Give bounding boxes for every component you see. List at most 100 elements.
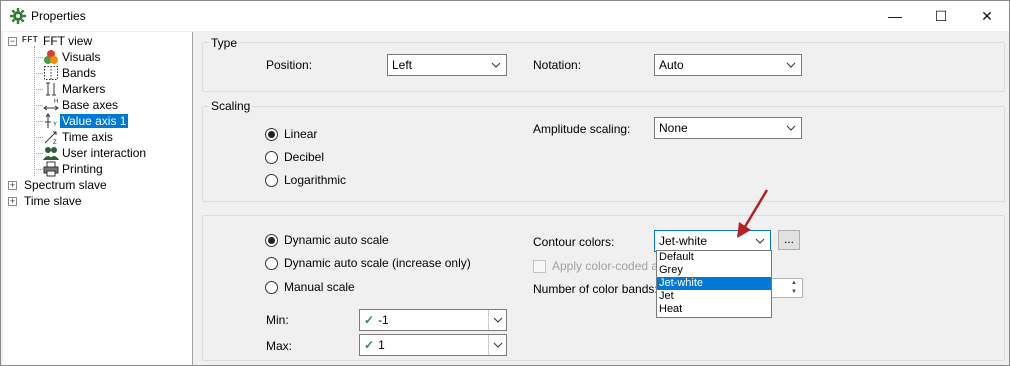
contour-colors-dropdown[interactable]: Default Grey Jet-white Jet Heat [656,250,772,318]
tree-line [34,46,35,176]
fft-badge-icon: FFT [22,35,39,44]
dropdown-option-grey[interactable]: Grey [657,264,771,277]
tree-item-visuals[interactable]: Visuals [60,49,102,65]
amplitude-scaling-label: Amplitude scaling: [533,122,631,136]
color-bands-spinner[interactable]: ▲ ▼ [767,278,803,298]
chevron-down-icon [488,310,506,330]
manual-scale-radio[interactable]: Manual scale [265,280,355,294]
tree-item-printing[interactable]: Printing [60,161,105,177]
dropdown-option-jet-white[interactable]: Jet-white [657,277,771,290]
dynamic-auto-scale-label: Dynamic auto scale [284,233,389,247]
radio-selected-icon [265,233,278,247]
logarithmic-label: Logarithmic [284,173,347,187]
apply-color-coded-checkbox[interactable]: Apply color-coded amp [533,259,675,273]
decibel-label: Decibel [284,150,325,164]
notation-label: Notation: [533,58,582,72]
svg-text:Y: Y [53,122,57,128]
tree-line [34,73,43,74]
base-axes-icon: H [43,99,59,111]
tree-item-time-axis[interactable]: Time axis [60,129,115,145]
value-axis-icon: Y [45,113,57,128]
radio-icon [265,256,278,270]
tree-line [34,105,43,106]
type-group-title: Type [209,36,240,50]
chevron-down-icon [490,55,502,75]
tree-line [34,121,43,122]
tree-line [34,89,43,90]
tree-line [34,57,43,58]
scaling-group-title: Scaling [209,99,253,113]
linear-label: Linear [284,127,318,141]
properties-panel: Type Position: Left Notation: Auto Scali… [197,32,1009,365]
checkbox-icon [533,259,546,273]
tree-expander-time-slave[interactable]: + [8,197,17,206]
annotation-arrow-icon [737,189,769,238]
radio-selected-icon [265,127,278,141]
tree-expander-spectrum-slave[interactable]: + [8,181,17,190]
user-interaction-icon [43,147,59,160]
bands-icon [44,66,58,80]
min-select[interactable]: ✓ -1 [359,309,507,331]
max-select[interactable]: ✓ 1 [359,334,507,356]
markers-icon [46,82,56,96]
minimize-button[interactable]: — [872,1,918,31]
tree-line [34,137,43,138]
notation-value: Auto [659,58,684,72]
contour-colors-value: Jet-white [659,234,708,248]
dynamic-auto-scale-increase-radio[interactable]: Dynamic auto scale (increase only) [265,256,471,270]
title-bar[interactable]: Properties — ☐ ✕ [1,1,1009,31]
notation-select[interactable]: Auto [654,54,802,76]
tree-line [34,169,43,170]
manual-scale-label: Manual scale [284,280,355,294]
amplitude-scaling-value: None [659,121,688,135]
tree-item-time-slave[interactable]: Time slave [22,193,84,209]
amplitude-scaling-select[interactable]: None [654,117,802,139]
tree-line [34,153,43,154]
close-button[interactable]: ✕ [964,1,1010,31]
tree-expander-fft-view[interactable]: − [8,37,17,46]
tree-item-user-interaction[interactable]: User interaction [60,145,148,161]
printer-icon [43,161,59,177]
tree-item-spectrum-slave[interactable]: Spectrum slave [22,177,109,193]
properties-window: Properties — ☐ ✕ − FFT FFT view Visuals … [0,0,1010,366]
radio-icon [265,173,278,187]
checkmark-icon: ✓ [364,313,375,327]
checkmark-icon: ✓ [364,338,375,352]
tree-item-value-axis-1[interactable]: Value axis 1 [60,113,129,129]
contour-colors-more-button[interactable]: ... [778,230,800,250]
logarithmic-radio[interactable]: Logarithmic [265,173,346,187]
linear-radio[interactable]: Linear [265,127,317,141]
visuals-icon [44,50,58,64]
position-value: Left [392,58,413,72]
dynamic-auto-scale-radio[interactable]: Dynamic auto scale [265,233,389,247]
min-label: Min: [266,313,289,327]
min-value: -1 [378,313,389,327]
spinner-arrows-icon[interactable]: ▲ ▼ [786,279,802,297]
position-select[interactable]: Left [387,54,507,76]
time-axis-icon: Z [44,131,57,145]
color-bands-label: Number of color bands: [533,282,658,296]
radio-icon [265,150,278,164]
dropdown-option-heat[interactable]: Heat [657,303,771,316]
dropdown-option-jet[interactable]: Jet [657,290,771,303]
dropdown-option-default[interactable]: Default [657,251,771,264]
decibel-radio[interactable]: Decibel [265,150,324,164]
type-group [202,42,1005,92]
tree-item-fft-view[interactable]: FFT view [41,33,94,49]
position-label: Position: [266,58,313,72]
radio-icon [265,280,278,294]
settings-tree[interactable]: − FFT FFT view Visuals Bands Markers H B… [3,32,193,365]
tree-item-base-axes[interactable]: Base axes [60,97,120,113]
tree-item-bands[interactable]: Bands [60,65,98,81]
gear-icon [10,8,26,24]
chevron-down-icon [488,335,506,355]
chevron-down-icon [785,118,797,138]
chevron-down-icon [785,55,797,75]
max-value: 1 [378,338,385,352]
window-title: Properties [31,9,86,23]
svg-text:H: H [54,99,58,105]
tree-item-markers[interactable]: Markers [60,81,107,97]
max-label: Max: [266,339,293,353]
maximize-button[interactable]: ☐ [918,1,964,31]
contour-colors-label: Contour colors: [533,235,615,249]
